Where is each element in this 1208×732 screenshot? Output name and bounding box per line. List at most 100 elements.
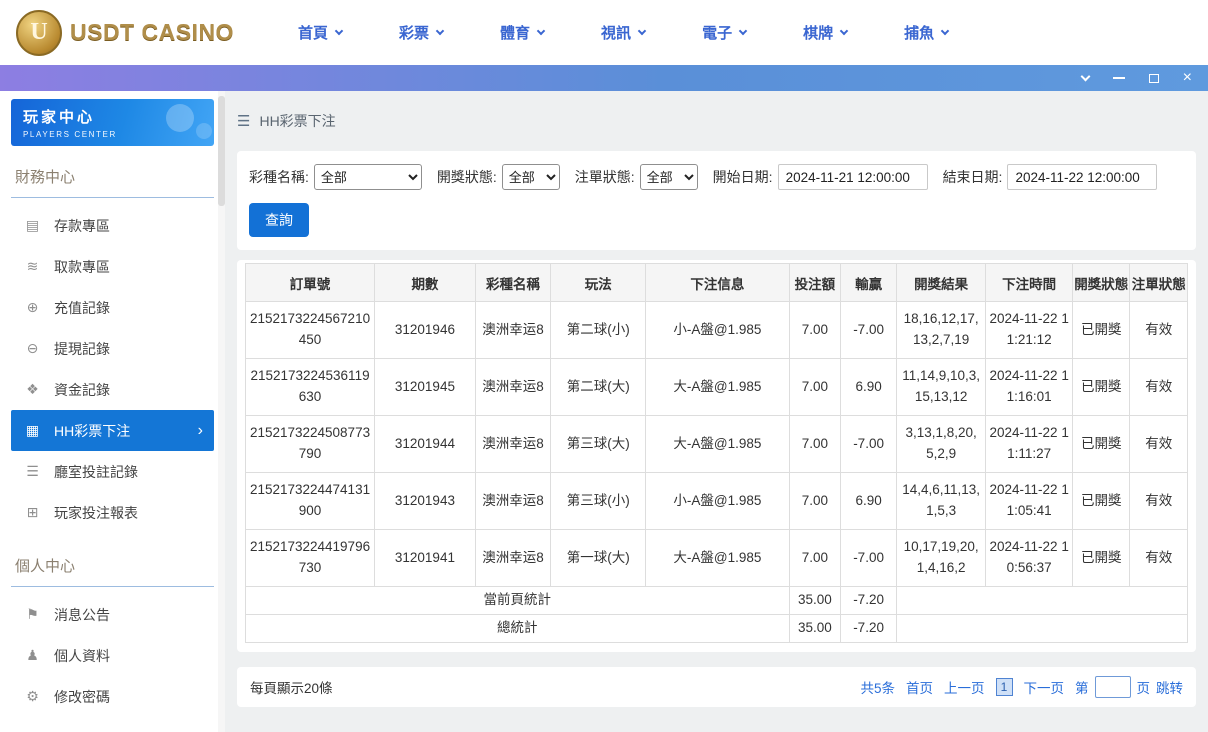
breadcrumb: ☰ HH彩票下注 (237, 91, 1196, 151)
nav-item-chess[interactable]: 棋牌 (803, 22, 849, 43)
cell-bet-time: 2024-11-22 11:16:01 (985, 358, 1073, 416)
cell-bet-time: 2024-11-22 11:05:41 (985, 472, 1073, 530)
sidebar-item-player-bet-report[interactable]: ⊞ 玩家投注報表 (11, 492, 214, 533)
sidebar-item-room-bet-records[interactable]: ☰ 廳室投註記錄 (11, 451, 214, 492)
sidebar-item-deposit[interactable]: ▤ 存款專區 (11, 205, 214, 246)
sidebar-item-label: 充值記錄 (54, 299, 110, 316)
sidebar-item-label: 消息公告 (54, 606, 110, 623)
nav-item-sports[interactable]: 體育 (500, 22, 546, 43)
cell-win-loss: -7.00 (840, 301, 897, 359)
recharge-record-icon: ⊕ (26, 299, 39, 315)
sidebar-item-hh-lottery-bets[interactable]: ▦ HH彩票下注 › (11, 410, 214, 451)
sidebar-item-funds-record[interactable]: ❖ 資金記錄 (11, 369, 214, 410)
jump-group: 第 页 跳转 (1075, 676, 1183, 698)
sidebar-item-withdraw[interactable]: ≋ 取款專區 (11, 246, 214, 287)
start-date-label: 開始日期: (712, 169, 773, 185)
cell-bet-time: 2024-11-22 10:56:37 (985, 529, 1073, 587)
per-page-label: 每頁顯示20條 (250, 681, 333, 696)
sidebar-item-change-password[interactable]: ⚙ 修改密碼 (11, 676, 214, 717)
withdraw-record-icon: ⊖ (26, 340, 39, 356)
nav-label: 捕魚 (904, 25, 935, 42)
window-titlebar: × (0, 65, 1208, 91)
cell-bet-info: 大-A盤@1.985 (645, 529, 790, 587)
sidebar-item-label: HH彩票下注 (54, 422, 131, 439)
nav-item-electronic[interactable]: 電子 (702, 22, 748, 43)
cell-win-loss: 6.90 (840, 358, 897, 416)
cell-bet-amount: 7.00 (788, 529, 842, 587)
cell-period: 31201943 (374, 472, 476, 530)
collapse-chevron-icon[interactable] (1080, 71, 1091, 81)
nav-item-video[interactable]: 視訊 (601, 22, 647, 43)
col-header-draw-result: 開獎結果 (895, 263, 987, 302)
nav-item-fishing[interactable]: 捕魚 (904, 22, 950, 43)
sidebar-scrollbar-thumb[interactable] (218, 96, 225, 206)
close-icon[interactable]: × (1183, 70, 1192, 86)
cell-draw-status: 已開獎 (1071, 358, 1131, 416)
cell-win-loss: 6.90 (840, 472, 897, 530)
total-count-label: 共5条 (860, 681, 895, 696)
sidebar-item-withdraw-record[interactable]: ⊖ 提現記錄 (11, 328, 214, 369)
query-button[interactable]: 查詢 (249, 203, 309, 237)
cell-bet-amount: 7.00 (788, 358, 842, 416)
cell-play-type: 第二球(大) (550, 358, 647, 416)
cell-win-loss: -7.00 (840, 529, 897, 587)
cell-draw-result: 11,14,9,10,3,15,13,12 (895, 358, 987, 416)
sidebar-item-label: 廳室投註記錄 (54, 463, 138, 480)
sidebar-item-label: 存款專區 (54, 217, 110, 234)
filter-panel: 彩種名稱: 全部 開獎狀態: 全部 注單狀態: 全部 開始日期: 結束日期: 查… (237, 151, 1196, 250)
draw-status-label: 開獎狀態: (436, 169, 497, 185)
nav-item-lottery[interactable]: 彩票 (399, 22, 445, 43)
total-summary-row: 總統計 35.00 -7.20 (245, 614, 1189, 643)
minimize-icon[interactable] (1112, 77, 1125, 79)
jump-page-input[interactable] (1094, 676, 1131, 698)
cell-bet-info: 小-A盤@1.985 (645, 472, 790, 530)
sidebar-scrollbar[interactable] (218, 91, 225, 732)
cell-order-status: 有效 (1129, 529, 1188, 587)
withdraw-icon: ≋ (26, 258, 39, 274)
order-status-select[interactable]: 全部 (639, 164, 698, 190)
current-page-button[interactable]: 1 (995, 678, 1013, 696)
cell-order-no: 2152173224567210450 (244, 301, 376, 359)
page-summary-row: 當前頁統計 35.00 -7.20 (245, 586, 1189, 615)
col-header-play-type: 玩法 (550, 263, 647, 302)
cell-order-no: 2152173224419796730 (244, 529, 376, 587)
sidebar-item-profile[interactable]: ♟ 個人資料 (11, 635, 214, 676)
sidebar-item-recharge-record[interactable]: ⊕ 充值記錄 (11, 287, 214, 328)
main-content: ☰ HH彩票下注 彩種名稱: 全部 開獎狀態: 全部 注單狀態: 全部 開始日期… (225, 91, 1208, 732)
chevron-down-icon (839, 26, 849, 35)
nav-label: 電子 (702, 25, 733, 42)
sidebar-item-label: 個人資料 (54, 647, 110, 664)
lottery-name-select[interactable]: 全部 (313, 164, 422, 190)
col-header-order-no: 訂單號 (244, 263, 376, 302)
jump-button[interactable]: 跳转 (1156, 677, 1183, 697)
cell-draw-status: 已開獎 (1071, 301, 1131, 359)
start-date-input[interactable] (777, 164, 928, 190)
table-row: 2152173224419796730 31201941 澳洲幸运8 第一球(大… (244, 529, 1188, 587)
gear-icon: ⚙ (26, 688, 39, 704)
sidebar-item-announcements[interactable]: ⚑ 消息公告 (11, 594, 214, 635)
announcement-icon: ⚑ (26, 606, 39, 622)
cell-win-loss: -7.00 (840, 415, 897, 473)
maximize-icon[interactable] (1148, 73, 1159, 83)
prev-page-link[interactable]: 上一页 (944, 677, 985, 697)
next-page-link[interactable]: 下一页 (1024, 677, 1065, 697)
cell-draw-result: 18,16,12,17,13,2,7,19 (895, 301, 987, 359)
lottery-list-icon: ▦ (25, 422, 40, 438)
filter-row: 彩種名稱: 全部 開獎狀態: 全部 注單狀態: 全部 開始日期: 結束日期: (249, 164, 1184, 190)
draw-status-select[interactable]: 全部 (501, 164, 560, 190)
cell-draw-result: 14,4,6,11,13,1,5,3 (895, 472, 987, 530)
nav-item-home[interactable]: 首頁 (298, 22, 344, 43)
menu-toggle-icon[interactable]: ☰ (237, 112, 250, 130)
cell-bet-time: 2024-11-22 11:21:12 (985, 301, 1073, 359)
players-center-banner: 玩家中心 PLAYERS CENTER (11, 99, 214, 146)
cell-period: 31201945 (374, 358, 476, 416)
funds-record-icon: ❖ (26, 381, 39, 397)
cell-order-no: 2152173224508773790 (244, 415, 376, 473)
page-summary-winloss: -7.20 (840, 586, 897, 615)
end-date-input[interactable] (1007, 164, 1158, 190)
first-page-link[interactable]: 首页 (906, 677, 933, 697)
chevron-down-icon (435, 26, 445, 35)
logo[interactable]: U USDT CASINO (16, 9, 248, 56)
cell-draw-status: 已開獎 (1071, 529, 1131, 587)
chevron-right-icon: › (197, 421, 203, 439)
